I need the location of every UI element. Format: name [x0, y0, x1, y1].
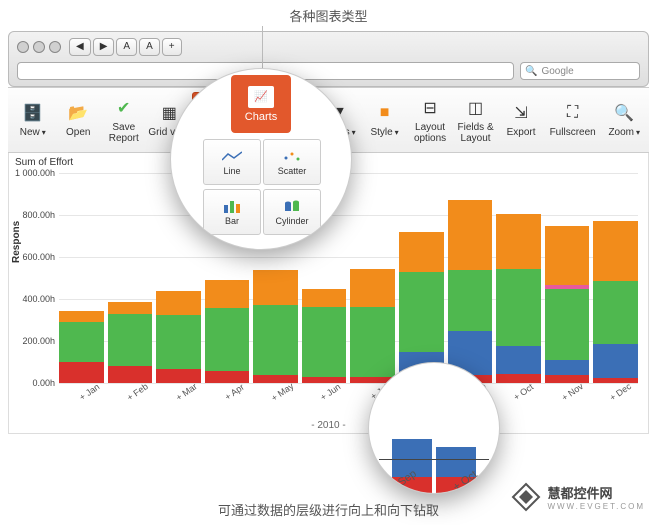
fields-layout-button[interactable]: ◫Fields & Layout [453, 92, 499, 148]
bars [59, 173, 638, 383]
search-icon: 🔍 [525, 66, 537, 77]
folder-icon: 📂 [65, 102, 91, 124]
chart-type-scatter[interactable]: Scatter [263, 139, 321, 185]
bar-dec[interactable] [593, 173, 638, 383]
fields-icon: ◫ [463, 97, 489, 119]
bar-icon [221, 198, 243, 214]
y-tick: 600.00h [11, 252, 55, 262]
seg-green [108, 314, 153, 367]
seg-green [545, 289, 590, 360]
seg-orange [302, 289, 347, 308]
annotation-top: 各种图表类型 [0, 0, 657, 31]
seg-green [302, 307, 347, 376]
layout-icon: ⊟ [417, 97, 443, 119]
font-large-button[interactable]: A [139, 38, 160, 56]
y-tick: 0.00h [11, 378, 55, 388]
y-tick: 1 000.00h [11, 168, 55, 178]
seg-green [156, 315, 201, 370]
seg-green [448, 270, 493, 331]
y-tick: 800.00h [11, 210, 55, 220]
bar-feb[interactable] [108, 173, 153, 383]
seg-orange [593, 221, 638, 281]
zoom-icon: 🔍 [611, 102, 637, 124]
traffic-lights [17, 41, 61, 53]
seg-green [205, 308, 250, 371]
seg-orange [108, 302, 153, 314]
charts-button-zoom[interactable]: 📈 Charts [231, 75, 291, 133]
seg-orange [496, 214, 541, 269]
save-button[interactable]: ✔Save Report [101, 92, 147, 148]
fullscreen-button[interactable]: ⛶Fullscreen [544, 92, 602, 148]
seg-orange [545, 226, 590, 286]
seg-green [496, 269, 541, 347]
scatter-icon [281, 148, 303, 164]
seg-orange [253, 270, 298, 306]
bar-oct[interactable] [496, 173, 541, 383]
chart-type-bar[interactable]: Bar [203, 189, 261, 235]
font-small-button[interactable]: A [116, 38, 137, 56]
search-placeholder: Google [541, 66, 573, 77]
open-button[interactable]: 📂Open [56, 92, 102, 148]
style-button[interactable]: ■Style [362, 92, 408, 148]
cylinder-icon [281, 198, 303, 214]
style-icon: ■ [372, 102, 398, 124]
x-year: - 2010 - [9, 420, 648, 431]
export-icon: ⇲ [508, 102, 534, 124]
check-icon: ✔ [111, 97, 137, 119]
chart-type-line[interactable]: Line [203, 139, 261, 185]
seg-orange [156, 291, 201, 315]
add-button[interactable]: + [162, 38, 182, 56]
watermark: 慧都控件网 WWW.EVGET.COM [511, 482, 645, 512]
magnifier-drilldown: + Sep + Oct [368, 362, 500, 494]
seg-green [593, 281, 638, 344]
bar-jan[interactable] [59, 173, 104, 383]
seg-orange [350, 269, 395, 308]
bar-nov[interactable] [545, 173, 590, 383]
chart-type-cylinder[interactable]: Cylinder [263, 189, 321, 235]
bar-aug[interactable] [399, 173, 444, 383]
magnifier-chart-types: 📈 Charts Line Scatter Bar Cylinder [170, 68, 352, 250]
fullscreen-icon: ⛶ [560, 102, 586, 124]
seg-orange [205, 280, 250, 308]
chart-icon: 📈 [248, 86, 274, 108]
database-icon: 🗄️ [20, 102, 46, 124]
browser-chrome: ◀ ▶ A A + 🔍 Google [8, 31, 649, 87]
layout-button[interactable]: ⊟Layout options [407, 92, 453, 148]
export-button[interactable]: ⇲Export [498, 92, 544, 148]
leader-line [262, 26, 263, 70]
bar-jul[interactable] [350, 173, 395, 383]
back-button[interactable]: ◀ [69, 38, 91, 56]
zoom-button[interactable]: 🔍Zoom [602, 92, 648, 148]
seg-orange [399, 232, 444, 272]
seg-green [59, 322, 104, 362]
fwd-button[interactable]: ▶ [93, 38, 115, 56]
new-button[interactable]: 🗄️New [10, 92, 56, 148]
seg-green [253, 305, 298, 374]
y-tick: 200.00h [11, 336, 55, 346]
y-tick: 400.00h [11, 294, 55, 304]
bar-sep[interactable] [448, 173, 493, 383]
seg-green [399, 272, 444, 352]
logo-icon [511, 482, 541, 512]
search-input[interactable]: 🔍 Google [520, 62, 640, 80]
seg-orange [448, 200, 493, 269]
seg-orange [59, 311, 104, 323]
chart-title: Sum of Effort [15, 157, 73, 168]
line-icon [221, 148, 243, 164]
